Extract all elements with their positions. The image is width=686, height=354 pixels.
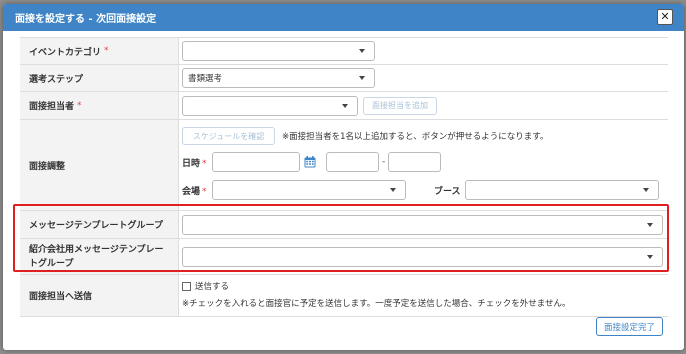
venue-select[interactable] [212, 180, 406, 200]
datetime-label: 日時 * [182, 158, 207, 169]
interviewer-select[interactable] [182, 95, 358, 116]
event-category-select[interactable] [182, 41, 375, 61]
interview-form: イベントカテゴリ * 選考ステップ 書類選考 面接担当者 * 面接担当を追加 面… [20, 37, 668, 317]
add-interviewer-button[interactable]: 面接担当を追加 [363, 96, 437, 115]
schedule-note: ※面接担当者を1名以上追加すると、ボタンが押せるようになります。 [282, 132, 549, 142]
chevron-down-icon [342, 103, 348, 108]
selection-step-value: 書類選考 [188, 74, 223, 84]
row-send-to-interviewer: 面接担当へ送信 送信する ※チェックを入れると面接官に予定を送信します。一度予定… [20, 275, 668, 317]
calendar-icon[interactable] [304, 156, 316, 168]
chevron-down-icon [390, 188, 396, 192]
send-checkbox[interactable] [182, 281, 191, 291]
selection-step-select[interactable]: 書類選考 [182, 68, 375, 88]
booth-label: ブース [434, 186, 461, 197]
selection-step-label: 選考ステップ [20, 65, 179, 91]
booth-select[interactable] [465, 180, 659, 200]
send-note: ※チェックを入れると面接官に予定を送信します。一度予定を送信した場合、チェックを… [182, 299, 571, 309]
modal-title: 面接を設定する - 次回面接設定 [15, 14, 157, 25]
chevron-down-icon [647, 254, 653, 259]
close-button[interactable]: ✕ [657, 9, 673, 25]
schedule-interview-modal: 面接を設定する - 次回面接設定 ✕ イベントカテゴリ * 選考ステップ 書類選… [3, 4, 684, 350]
chevron-down-icon [643, 188, 649, 192]
date-input[interactable] [212, 152, 300, 172]
row-event-category: イベントカテゴリ * [20, 38, 668, 65]
event-category-label: イベントカテゴリ * [20, 38, 179, 64]
chevron-down-icon [359, 49, 365, 53]
close-icon: ✕ [660, 10, 670, 23]
row-agency-message-template-group: 紹介会社用メッセージテンプレートグループ [20, 239, 668, 275]
interviewer-label: 面接担当者 * [20, 92, 179, 119]
send-to-interviewer-label: 面接担当へ送信 [20, 275, 179, 316]
complete-interview-setup-button[interactable]: 面接設定完了 [595, 317, 663, 336]
chevron-down-icon [647, 222, 653, 227]
schedule-label: 面接調整 [20, 120, 179, 210]
start-time-input[interactable] [326, 152, 379, 172]
send-checkbox-label: 送信する [195, 282, 230, 292]
message-template-group-select[interactable] [182, 214, 663, 235]
row-schedule: 面接調整 スケジュールを確認 ※面接担当者を1名以上追加すると、ボタンが押せるよ… [20, 120, 668, 211]
agency-message-template-group-select[interactable] [182, 246, 663, 267]
check-schedule-button[interactable]: スケジュールを確認 [182, 127, 275, 145]
time-separator: - [382, 157, 386, 167]
chevron-down-icon [359, 76, 365, 80]
agency-message-template-group-label: 紹介会社用メッセージテンプレートグループ [20, 239, 179, 274]
modal-header: 面接を設定する - 次回面接設定 ✕ [3, 4, 684, 31]
end-time-input[interactable] [388, 152, 442, 172]
row-selection-step: 選考ステップ 書類選考 [20, 65, 668, 92]
row-interviewer: 面接担当者 * 面接担当を追加 [20, 92, 668, 120]
message-template-group-label: メッセージテンプレートグループ [20, 211, 179, 238]
venue-label: 会場 * [182, 186, 207, 197]
row-message-template-group: メッセージテンプレートグループ [20, 211, 668, 239]
